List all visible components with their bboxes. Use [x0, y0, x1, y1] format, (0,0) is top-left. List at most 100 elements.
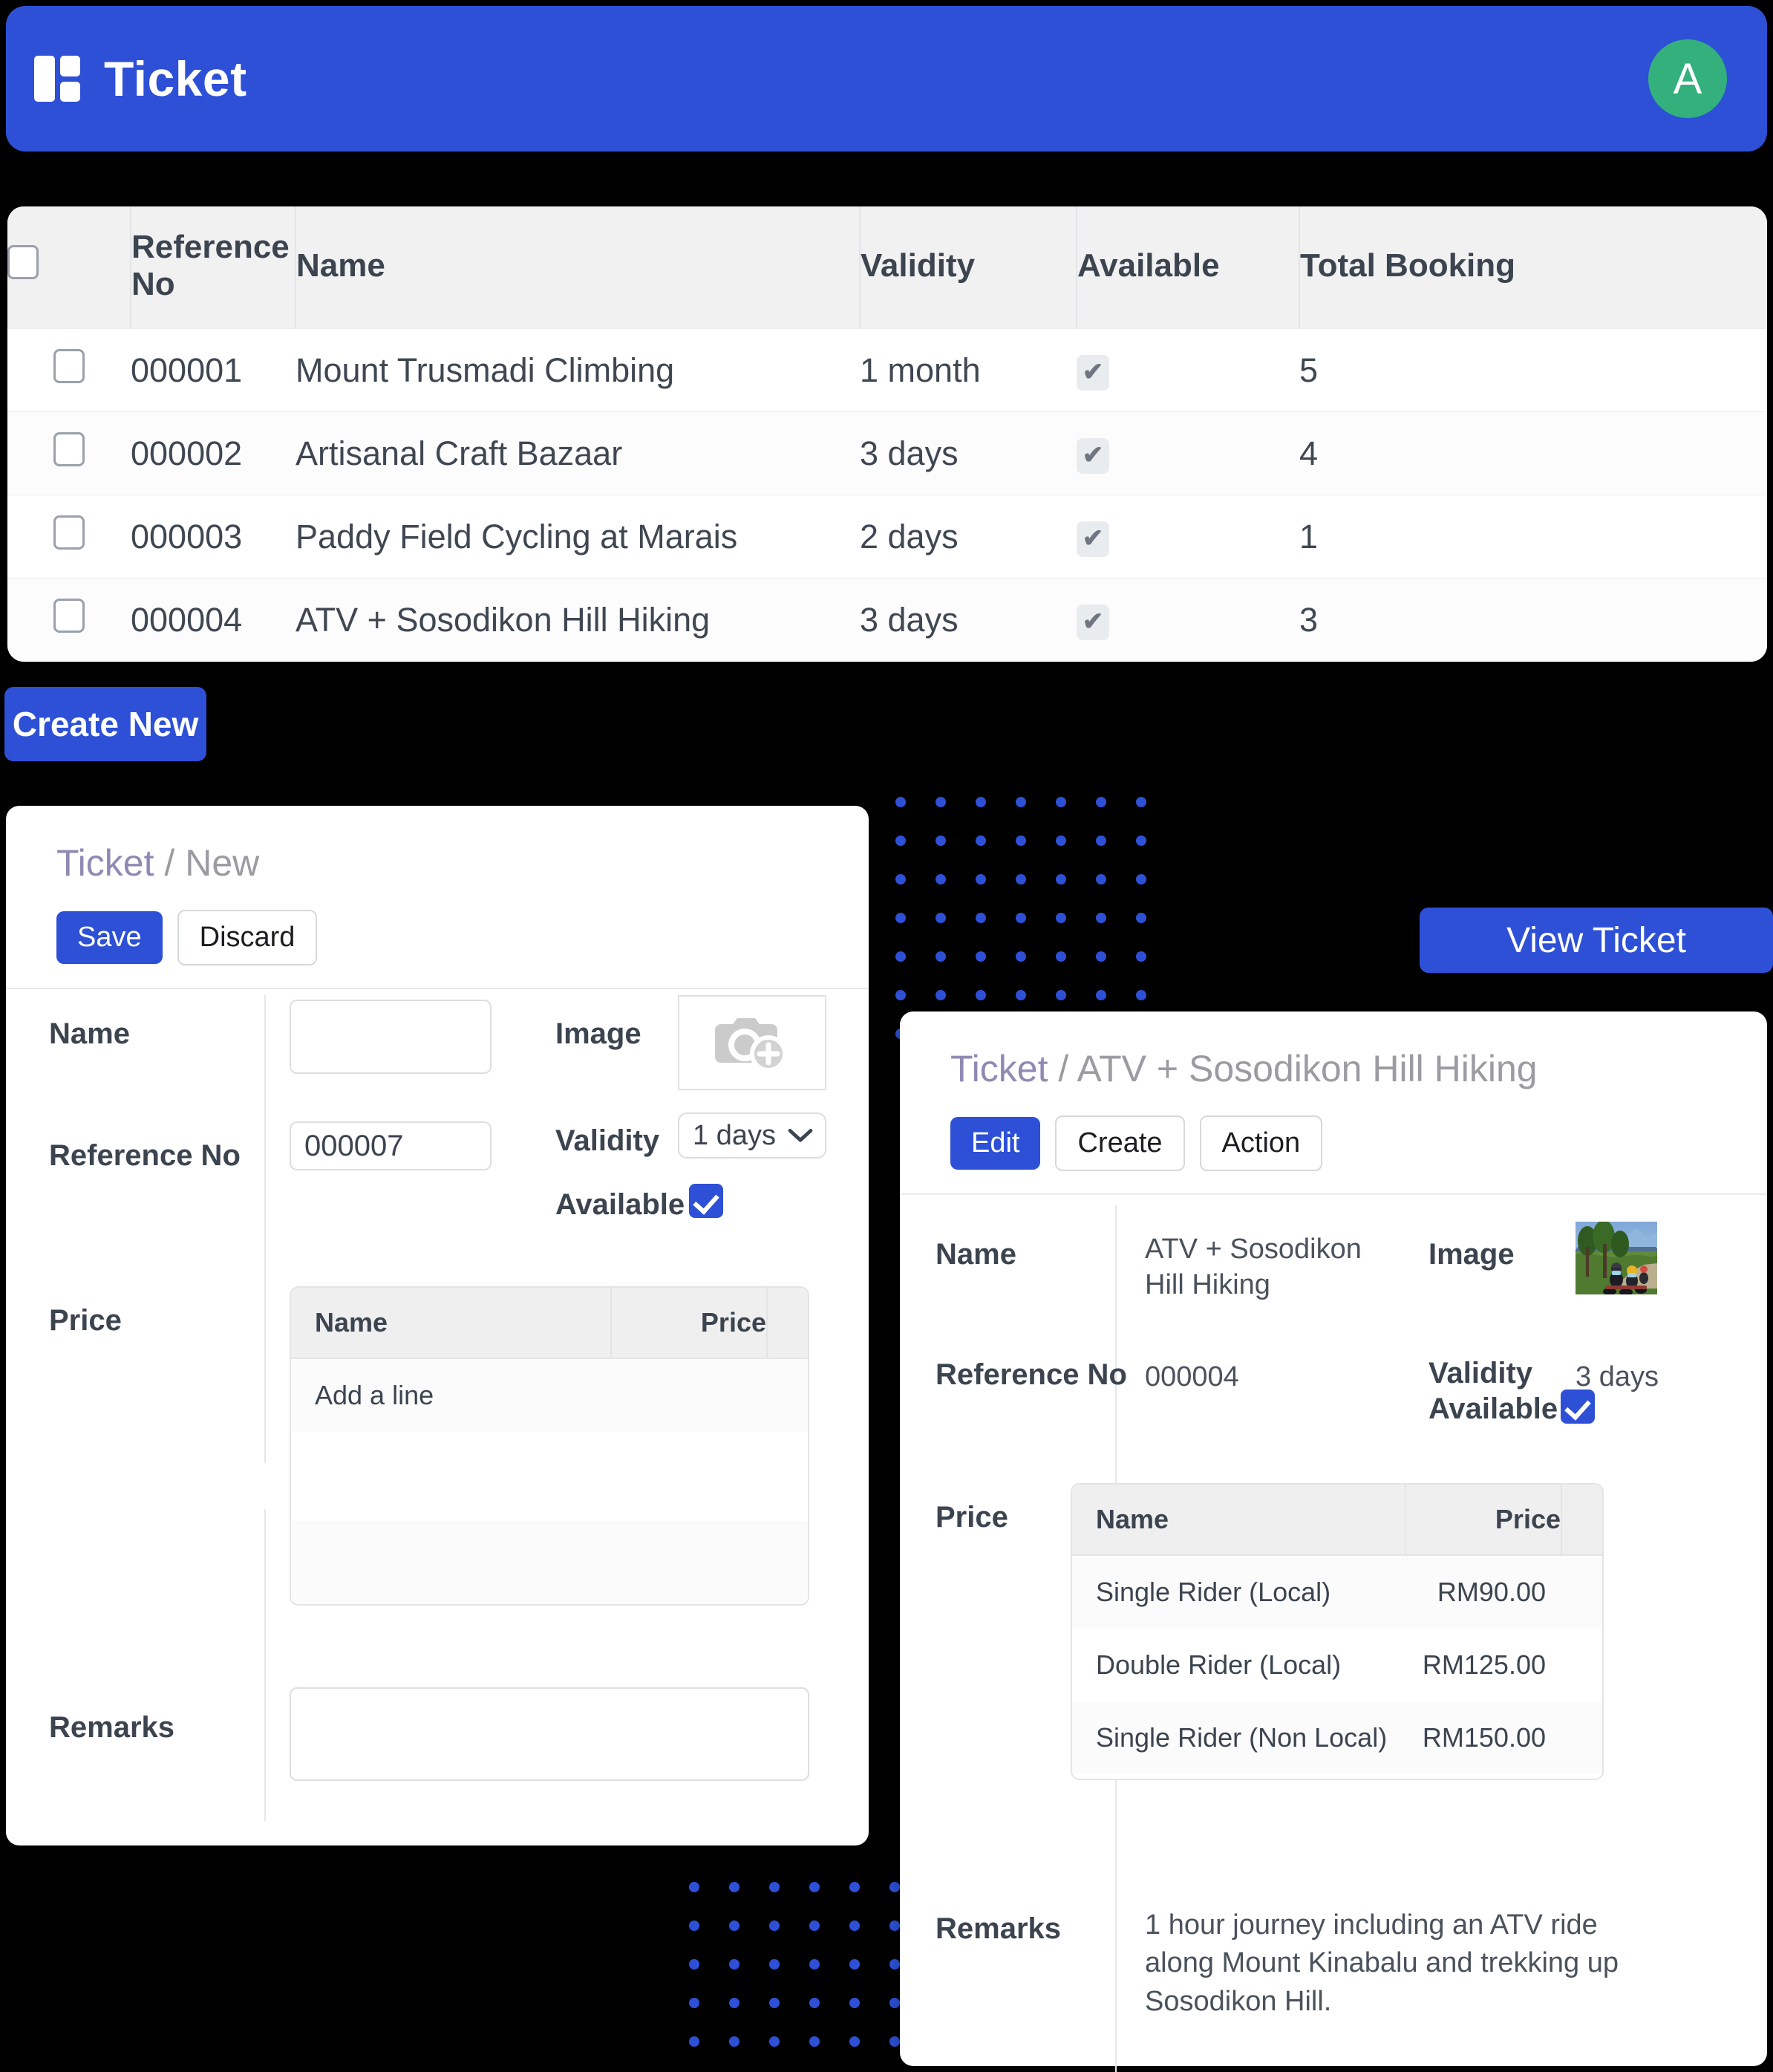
- form-divider-left: [264, 995, 266, 1463]
- label-remarks: Remarks: [936, 1912, 1062, 1945]
- price-row-price: RM90.00: [1437, 1577, 1546, 1607]
- price-row-name: Double Rider (Local): [1096, 1649, 1342, 1680]
- table-header: Reference No Name Validity Available Tot…: [7, 206, 1767, 329]
- price-table-header: Name Price: [291, 1288, 808, 1359]
- cell-total-booking: 5: [1299, 328, 1767, 412]
- price-row[interactable]: Single Rider (Local) RM90.00: [1072, 1556, 1602, 1629]
- view-ticket-button[interactable]: View Ticket: [1420, 908, 1773, 973]
- form-divider-left-2: [264, 1509, 266, 1821]
- avatar[interactable]: A: [1648, 39, 1727, 118]
- edit-button[interactable]: Edit: [950, 1117, 1041, 1170]
- price-row[interactable]: Single Rider (Non Local) RM150.00: [1072, 1701, 1602, 1774]
- price-row-spacer: [1561, 1774, 1602, 1779]
- price-row-name: Double Rider (Non Local): [1072, 1774, 1405, 1779]
- image-upload-dropzone[interactable]: [678, 995, 826, 1090]
- row-checkbox[interactable]: [53, 432, 85, 466]
- row-checkbox-cell: [7, 328, 131, 412]
- column-header-validity[interactable]: Validity: [860, 206, 1077, 329]
- value-reference-no: 000004: [1145, 1361, 1239, 1392]
- table-row[interactable]: 000002 Artisanal Craft Bazaar 3 days ✔ 4: [7, 411, 1767, 495]
- column-header-total-booking[interactable]: Total Booking: [1299, 206, 1767, 329]
- table-row[interactable]: 000001 Mount Trusmadi Climbing 1 month ✔…: [7, 328, 1767, 412]
- select-all-header: [7, 206, 131, 329]
- row-checkbox-cell: [7, 495, 131, 579]
- row-checkbox[interactable]: [53, 349, 85, 383]
- price-col-name: Name: [315, 1307, 388, 1338]
- price-col-spacer: [766, 1288, 808, 1358]
- price-row[interactable]: Double Rider (Local) RM125.00: [1072, 1629, 1602, 1701]
- price-row-spacer: [1561, 1701, 1602, 1774]
- table-body: 000001 Mount Trusmadi Climbing 1 month ✔…: [7, 328, 1767, 662]
- breadcrumb-root[interactable]: Ticket: [56, 842, 154, 884]
- breadcrumb: Ticket / New: [6, 806, 869, 884]
- label-validity: Validity: [555, 1124, 660, 1157]
- label-reference-no: Reference No: [936, 1358, 1127, 1391]
- price-table-new: Name Price Add a line: [290, 1286, 809, 1606]
- table-row[interactable]: 000004 ATV + Sosodikon Hill Hiking 3 day…: [7, 578, 1767, 662]
- ticket-image-thumbnail[interactable]: [1576, 1222, 1657, 1294]
- row-checkbox[interactable]: [53, 515, 85, 550]
- save-button[interactable]: Save: [56, 911, 163, 964]
- check-icon: ✔: [1077, 438, 1109, 474]
- check-icon: ✔: [1077, 521, 1109, 557]
- label-image: Image: [1428, 1238, 1515, 1271]
- view-ticket-panel: Ticket / ATV + Sosodikon Hill Hiking Edi…: [900, 1011, 1767, 2072]
- column-header-name[interactable]: Name: [296, 206, 861, 329]
- price-row-spacer: [1561, 1556, 1602, 1629]
- column-header-reference-no[interactable]: Reference No: [131, 206, 296, 329]
- add-a-line-link[interactable]: Add a line: [291, 1359, 610, 1432]
- label-name: Name: [936, 1238, 1016, 1271]
- action-button[interactable]: Action: [1199, 1115, 1323, 1171]
- breadcrumb-root[interactable]: Ticket: [950, 1048, 1048, 1089]
- validity-select[interactable]: 1 days: [678, 1112, 826, 1159]
- price-empty-row: [291, 1521, 808, 1566]
- app-header: Ticket A: [6, 6, 1767, 152]
- grid-icon[interactable]: [34, 56, 80, 102]
- chevron-down-icon: [788, 1129, 813, 1142]
- price-table-header: Name Price: [1072, 1485, 1602, 1556]
- price-empty-row: [291, 1432, 808, 1476]
- new-ticket-panel: Ticket / New Save Discard Name Reference…: [6, 806, 869, 1845]
- cell-total-booking: 3: [1299, 578, 1767, 662]
- atv-riders-photo: [1576, 1222, 1657, 1294]
- price-row[interactable]: Double Rider (Non Local) RM200.00: [1072, 1774, 1602, 1779]
- table-row[interactable]: 000003 Paddy Field Cycling at Marais 2 d…: [7, 495, 1767, 579]
- available-checkbox[interactable]: [1561, 1390, 1595, 1424]
- cell-validity: 3 days: [860, 411, 1077, 495]
- breadcrumb-current: ATV + Sosodikon Hill Hiking: [1077, 1048, 1538, 1089]
- camera-add-icon: [715, 1018, 787, 1072]
- price-add-line-row[interactable]: Add a line: [291, 1359, 808, 1432]
- ticket-list-card: Reference No Name Validity Available Tot…: [7, 206, 1767, 662]
- row-checkbox-cell: [7, 411, 131, 495]
- name-input[interactable]: [290, 1000, 492, 1074]
- breadcrumb-separator: /: [164, 842, 175, 884]
- create-button[interactable]: Create: [1055, 1115, 1185, 1171]
- available-checkbox-wrap: [689, 1184, 723, 1222]
- reference-no-input[interactable]: 000007: [290, 1121, 492, 1170]
- select-all-checkbox[interactable]: [7, 244, 39, 279]
- cell-validity: 1 month: [860, 328, 1077, 412]
- available-checkbox[interactable]: [689, 1184, 723, 1218]
- discard-button[interactable]: Discard: [177, 910, 318, 965]
- label-price: Price: [936, 1501, 1008, 1534]
- label-remarks: Remarks: [49, 1711, 175, 1744]
- row-checkbox[interactable]: [53, 599, 85, 633]
- price-row-name: Single Rider (Local): [1096, 1577, 1331, 1607]
- column-header-available[interactable]: Available: [1077, 206, 1300, 329]
- remarks-textarea[interactable]: [290, 1687, 809, 1781]
- price-row-price: RM150.00: [1422, 1722, 1546, 1753]
- cell-name: Paddy Field Cycling at Marais: [296, 495, 860, 579]
- ticket-table: Reference No Name Validity Available Tot…: [7, 206, 1767, 662]
- cell-reference-no: 000004: [131, 578, 296, 662]
- create-new-button[interactable]: Create New: [4, 687, 206, 761]
- cell-name: Artisanal Craft Bazaar: [296, 411, 860, 495]
- price-col-price: Price: [610, 1288, 766, 1358]
- check-icon: ✔: [1077, 355, 1109, 391]
- check-icon: ✔: [1077, 605, 1109, 641]
- breadcrumb-separator: /: [1058, 1048, 1069, 1089]
- label-name: Name: [49, 1017, 130, 1050]
- label-validity: Validity: [1428, 1357, 1533, 1390]
- cell-total-booking: 1: [1299, 495, 1767, 579]
- cell-name: Mount Trusmadi Climbing: [296, 328, 860, 412]
- screen-root: Ticket A Reference No Name Validity Avai…: [0, 0, 1773, 2072]
